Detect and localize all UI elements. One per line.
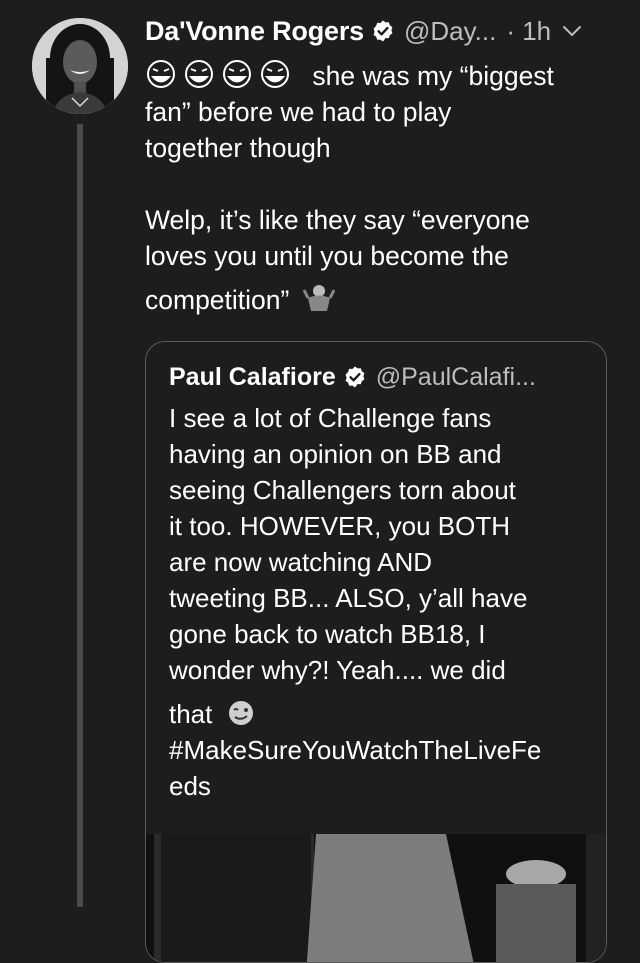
thread-line — [77, 124, 83, 907]
hashtag-link[interactable]: #MakeSureYouWatchTheLiveFe — [169, 732, 582, 768]
chevron-down-icon[interactable] — [561, 20, 583, 42]
avatar-photo — [32, 18, 128, 114]
quoted-tweet-text: I see a lot of Challenge fans having an … — [169, 400, 582, 804]
quoted-line: I see a lot of Challenge fans — [169, 403, 492, 433]
quoted-line: that — [169, 696, 582, 732]
quoted-line: it too. HOWEVER, you BOTH — [169, 511, 510, 541]
quoted-line: having an opinion on BB and — [169, 439, 502, 469]
tweet-header: Da'Vonne Rogers @Day... · 1h — [145, 10, 615, 52]
quoted-line: seeing Challengers torn about — [169, 475, 516, 505]
tweet[interactable]: Da'Vonne Rogers @Day... · 1h she was my … — [145, 10, 615, 318]
avatar[interactable] — [32, 18, 128, 114]
tweet-line-text: competition” — [145, 285, 290, 315]
quoted-author-name: Paul Calafiore — [169, 362, 336, 391]
tweet-line-text: she was my “biggest — [312, 61, 554, 91]
verified-badge-icon — [345, 366, 365, 388]
tweet-text: she was my “biggest fan” before we had t… — [145, 58, 615, 318]
tweet-line: loves you until you become the — [145, 241, 509, 271]
wink-emoji-icon — [228, 701, 253, 725]
shrug-emoji-icon — [302, 285, 335, 311]
quoted-line: wonder why?! Yeah.... we did — [169, 655, 506, 685]
quoted-line-text: that — [169, 699, 213, 729]
laughing-emoji-icon — [147, 60, 289, 88]
hashtag-link[interactable]: eds — [169, 768, 582, 804]
quoted-line: gone back to watch BB18, I — [169, 619, 486, 649]
verified-badge-icon — [373, 20, 393, 42]
author-name[interactable]: Da'Vonne Rogers — [145, 16, 364, 47]
media-photo — [146, 834, 606, 962]
author-handle[interactable]: @Day... — [404, 16, 496, 47]
tweet-line: competition” — [145, 282, 615, 318]
quoted-tweet-header: Paul Calafiore @PaulCalafi... — [169, 358, 582, 396]
quoted-tweet[interactable]: Paul Calafiore @PaulCalafi... I see a lo… — [145, 341, 607, 963]
quoted-line: are now watching AND — [169, 547, 433, 577]
quoted-media-image[interactable] — [146, 834, 606, 962]
tweet-line: she was my “biggest — [145, 58, 615, 94]
tweet-line: Welp, it’s like they say “everyone — [145, 205, 530, 235]
tweet-line: fan” before we had to play — [145, 97, 452, 127]
tweet-line: together though — [145, 133, 331, 163]
quoted-line: tweeting BB... ALSO, y’all have — [169, 583, 528, 613]
quoted-author-handle: @PaulCalafi... — [375, 362, 536, 391]
tweet-timestamp[interactable]: · 1h — [506, 16, 551, 47]
